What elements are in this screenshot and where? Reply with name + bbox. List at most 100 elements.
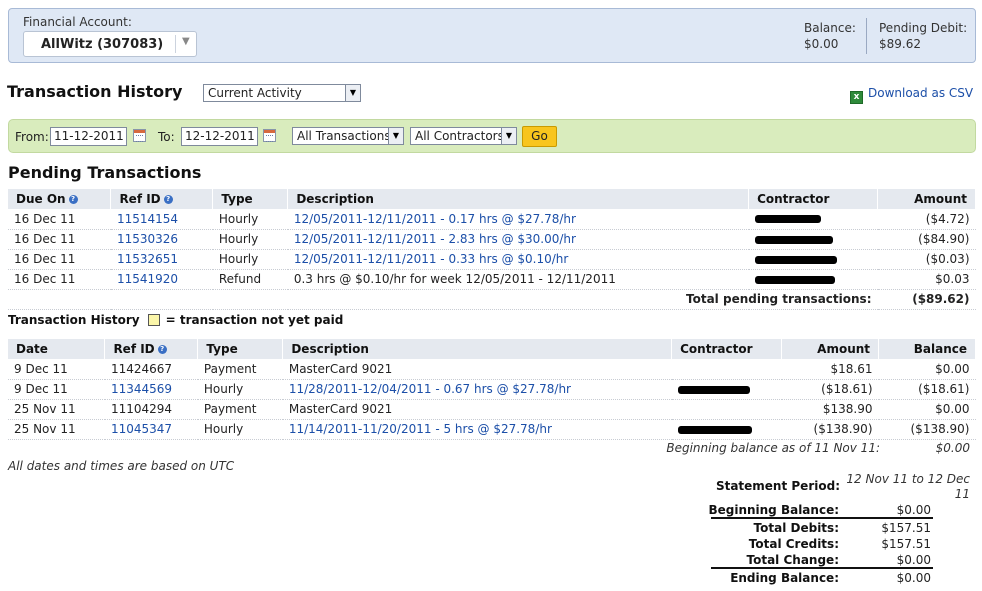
legend-text: = transaction not yet paid: [165, 313, 344, 327]
filter-bar: From: 11-12-2011 To: 12-12-2011 All Tran…: [8, 119, 976, 153]
col-due-on[interactable]: Due On?: [8, 189, 112, 209]
ref-id-link[interactable]: 11530326: [117, 232, 178, 246]
help-icon[interactable]: ?: [157, 345, 167, 354]
download-csv-link[interactable]: x Download as CSV: [850, 86, 973, 104]
chevron-down-icon: ▼: [388, 128, 403, 144]
contractors-select-value: All Contractors: [415, 129, 504, 143]
table-row: 16 Dec 11 11532651 Hourly 12/05/2011-12/…: [8, 249, 976, 270]
col-ref-id[interactable]: Ref ID?: [110, 189, 214, 209]
date-cell: 25 Nov 11: [8, 419, 105, 440]
balance-cell: $0.00: [878, 359, 976, 380]
history-label: Transaction History: [8, 313, 140, 327]
activity-select-value: Current Activity: [208, 86, 302, 100]
summary-value: $0.00: [896, 553, 931, 567]
activity-select[interactable]: Current Activity ▼: [203, 84, 361, 102]
amount-cell: ($4.72): [877, 209, 976, 230]
ref-id-link[interactable]: 11514154: [117, 212, 178, 226]
amount-cell: $0.03: [877, 269, 976, 290]
amount-cell: $138.90: [781, 399, 879, 420]
description-link[interactable]: 12/05/2011-12/11/2011 - 0.17 hrs @ $27.7…: [294, 212, 576, 226]
ref-id-link[interactable]: 11532651: [117, 252, 178, 266]
table-row: 25 Nov 11 11104294 Payment MasterCard 90…: [8, 399, 976, 420]
go-button[interactable]: Go: [522, 126, 557, 147]
type-cell: Hourly: [212, 209, 288, 230]
table-row: 25 Nov 11 11045347 Hourly 11/14/2011-11/…: [8, 419, 976, 440]
amount-cell: ($0.03): [877, 249, 976, 270]
col-ref-id[interactable]: Ref ID?: [104, 339, 199, 359]
col-date: Date: [8, 339, 106, 359]
summary-row: Total Debits: $157.51: [711, 520, 933, 536]
summary-label: Ending Balance:: [730, 571, 839, 585]
col-description: Description: [287, 189, 750, 209]
balance-value: $0.00: [804, 37, 839, 51]
type-cell: Hourly: [197, 379, 283, 400]
balance-block: Balance: $0.00: [804, 20, 856, 52]
table-row: 9 Dec 11 11344569 Hourly 11/28/2011-12/0…: [8, 379, 976, 400]
page-title: Transaction History: [7, 82, 183, 101]
ref-id-link[interactable]: 11045347: [111, 422, 172, 436]
summary-label: Total Change:: [746, 553, 839, 567]
col-contractor: Contractor: [748, 189, 878, 209]
date-cell: 9 Dec 11: [8, 379, 105, 400]
due-on-cell: 16 Dec 11: [8, 209, 111, 230]
amount-cell: ($138.90): [781, 419, 879, 440]
table-header-row: Date Ref ID? Type Description Contractor…: [8, 339, 976, 359]
ref-id-cell: 11104294: [104, 399, 198, 420]
chevron-down-icon: ▼: [501, 128, 516, 144]
transactions-select-value: All Transactions: [297, 129, 391, 143]
balance-divider: [866, 18, 867, 54]
contractor-cell: [671, 399, 782, 420]
table-row: 16 Dec 11 11514154 Hourly 12/05/2011-12/…: [8, 209, 976, 230]
calendar-icon[interactable]: [133, 129, 146, 142]
pending-debit-block: Pending Debit: $89.62: [879, 20, 967, 52]
help-icon[interactable]: ?: [163, 195, 173, 204]
calendar-icon[interactable]: [263, 129, 276, 142]
pending-table: Due On? Ref ID? Type Description Contrac…: [8, 189, 976, 310]
summary-row: Total Change: $0.00: [711, 552, 933, 568]
help-icon[interactable]: ?: [68, 195, 78, 204]
description-link[interactable]: 11/14/2011-11/20/2011 - 5 hrs @ $27.78/h…: [289, 422, 552, 436]
summary-value: $157.51: [881, 537, 931, 551]
ref-id-link[interactable]: 11344569: [111, 382, 172, 396]
redacted-contractor: [754, 215, 821, 224]
contractor-cell: [671, 359, 782, 380]
from-date-input[interactable]: 11-12-2011: [50, 127, 127, 146]
col-amount: Amount: [781, 339, 880, 359]
contractors-select[interactable]: All Contractors ▼: [410, 127, 517, 145]
summary-row: Total Credits: $157.51: [711, 536, 933, 552]
amount-cell: ($18.61): [781, 379, 879, 400]
description-link[interactable]: 12/05/2011-12/11/2011 - 0.33 hrs @ $0.10…: [294, 252, 569, 266]
redacted-contractor: [677, 385, 750, 394]
table-row: 9 Dec 11 11424667 Payment MasterCard 902…: [8, 359, 976, 380]
account-label: Financial Account:: [23, 15, 132, 29]
table-header-row: Due On? Ref ID? Type Description Contrac…: [8, 189, 976, 209]
type-cell: Refund: [212, 269, 288, 290]
description-link[interactable]: 11/28/2011-12/04/2011 - 0.67 hrs @ $27.7…: [289, 382, 571, 396]
due-on-cell: 16 Dec 11: [8, 249, 111, 270]
description-link[interactable]: 12/05/2011-12/11/2011 - 2.83 hrs @ $30.0…: [294, 232, 576, 246]
statement-period-value: 12 Nov 11 to 12 Dec 11: [846, 472, 970, 501]
summary-value: $157.51: [881, 521, 931, 535]
account-select[interactable]: AllWitz (307083) ▼: [23, 31, 197, 57]
due-on-cell: 16 Dec 11: [8, 229, 111, 250]
summary-row: Ending Balance: $0.00: [711, 570, 933, 586]
amount-cell: ($84.90): [877, 229, 976, 250]
transactions-select[interactable]: All Transactions ▼: [292, 127, 404, 145]
chevron-down-icon: ▼: [182, 36, 190, 47]
ref-id-link[interactable]: 11541920: [117, 272, 178, 286]
beginning-balance-label: Beginning balance as of 11 Nov 11:: [666, 441, 880, 455]
redacted-contractor: [754, 255, 837, 264]
total-pending-value: ($89.62): [877, 289, 976, 310]
select-divider: [175, 35, 176, 53]
table-row: 16 Dec 11 11541920 Refund 0.3 hrs @ $0.1…: [8, 269, 976, 290]
balance-cell: ($138.90): [878, 419, 976, 440]
col-description: Description: [282, 339, 673, 359]
to-date-input[interactable]: 12-12-2011: [181, 127, 258, 146]
history-table: Date Ref ID? Type Description Contractor…: [8, 339, 976, 440]
total-pending-label: Total pending transactions:: [8, 289, 878, 310]
col-amount: Amount: [877, 189, 976, 209]
due-on-cell: 16 Dec 11: [8, 269, 111, 290]
type-cell: Payment: [197, 359, 283, 380]
description-cell: 0.3 hrs @ $0.10/hr for week 12/05/2011 -…: [287, 269, 749, 290]
history-legend: Transaction History = transaction not yet…: [8, 313, 343, 327]
